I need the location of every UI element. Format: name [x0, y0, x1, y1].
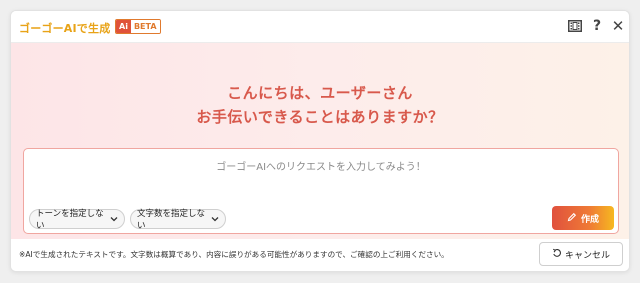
prompt-box: トーンを指定しない 文字数を指定しない 作成 [23, 148, 619, 234]
dialog-title: ゴーゴーAIで生成 [19, 22, 111, 35]
cancel-button-label: キャンセル [564, 250, 610, 261]
greeting-line-1: こんにちは、ユーザーさん [227, 84, 413, 102]
greeting-line-2: お手伝いできることはありますか？ [196, 108, 444, 126]
disclaimer-text: ※AIで生成されたテキストです。文字数は概算であり、内容に誤りがある可能性があり… [19, 250, 449, 259]
film-icon[interactable] [567, 18, 583, 34]
tone-select[interactable]: トーンを指定しない [29, 209, 125, 231]
close-icon[interactable]: ✕ [610, 17, 626, 35]
prompt-input[interactable] [24, 157, 618, 177]
greeting: こんにちは、ユーザーさん お手伝いできることはありますか？ [11, 81, 629, 129]
ai-beta-badge: Ai BETA [115, 19, 161, 34]
chevron-down-icon [211, 215, 219, 224]
title-bar: ゴーゴーAIで生成 Ai BETA ? ✕ [11, 11, 629, 43]
create-button[interactable]: 作成 [552, 206, 614, 230]
length-select-label: 文字数を指定しない [137, 209, 206, 231]
chevron-down-icon [110, 215, 118, 224]
footer: ※AIで生成されたテキストです。文字数は概算であり、内容に誤りがある可能性があり… [11, 239, 629, 271]
pencil-icon [567, 212, 577, 225]
cancel-button[interactable]: キャンセル [539, 242, 623, 266]
tone-select-label: トーンを指定しない [36, 209, 104, 231]
beta-badge-label: BETA [130, 20, 160, 33]
undo-icon [552, 248, 562, 261]
help-icon[interactable]: ? [589, 18, 605, 34]
length-select[interactable]: 文字数を指定しない [130, 209, 226, 231]
hero-area: こんにちは、ユーザーさん お手伝いできることはありますか？ トーンを指定しない … [11, 43, 629, 239]
ai-badge-label: Ai [116, 20, 131, 33]
create-button-label: 作成 [580, 214, 599, 225]
ai-generate-dialog: ゴーゴーAIで生成 Ai BETA ? ✕ こんにちは、ユーザーさん お手伝いで… [10, 10, 630, 272]
